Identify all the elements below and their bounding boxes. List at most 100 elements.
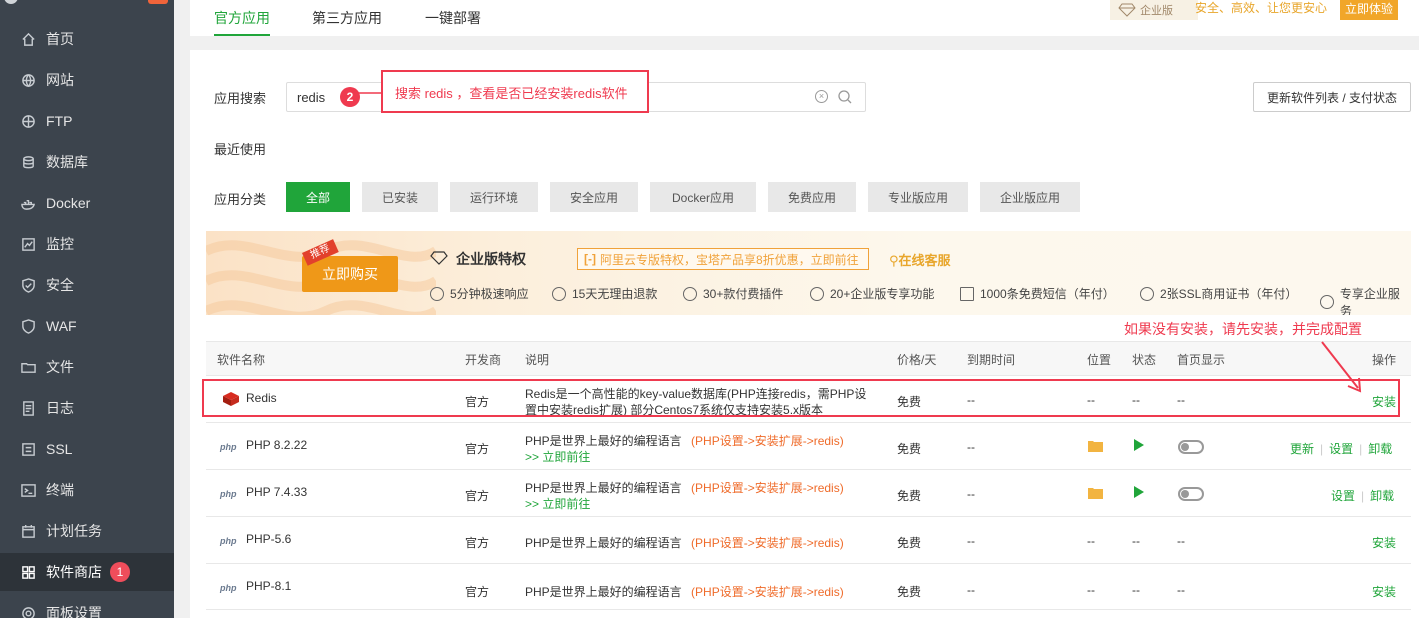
- sidebar-item-docker[interactable]: Docker: [0, 184, 174, 222]
- settings-link[interactable]: 设置: [1331, 489, 1355, 503]
- aliyun-offer-link[interactable]: [-] 阿里云专版特权，宝塔产品享8折优惠，立即前往: [577, 248, 869, 270]
- sidebar-item-label: WAF: [46, 318, 77, 334]
- sidebar-item-label: 网站: [46, 72, 74, 88]
- folder-icon[interactable]: [1088, 487, 1103, 499]
- sidebar-item-ssl[interactable]: SSL: [0, 430, 174, 468]
- sidebar-item-monitor[interactable]: 监控: [0, 225, 174, 263]
- sidebar-item-label: 面板设置: [46, 605, 102, 618]
- tab-official-apps[interactable]: 官方应用: [214, 0, 270, 36]
- location: --: [1087, 534, 1095, 548]
- category-security[interactable]: 安全应用: [550, 182, 638, 212]
- sidebar-item-database[interactable]: 数据库: [0, 143, 174, 181]
- description-line1: PHP是世界上最好的编程语言 (PHP设置->安装扩展->redis): [525, 583, 844, 600]
- category-enterprise[interactable]: 企业版应用: [980, 182, 1080, 212]
- clear-icon[interactable]: ×: [815, 90, 828, 103]
- tab-label: 一键部署: [425, 10, 481, 26]
- waf-icon: [20, 318, 36, 334]
- perk-item: 30+款付费插件: [683, 285, 783, 302]
- play-icon[interactable]: [1134, 439, 1144, 451]
- sidebar-item-files[interactable]: 文件: [0, 348, 174, 386]
- refund-icon: [552, 286, 566, 301]
- install-link[interactable]: 安装: [1372, 583, 1396, 600]
- tab-third-party[interactable]: 第三方应用: [312, 0, 382, 36]
- sidebar-item-logs[interactable]: 日志: [0, 389, 174, 427]
- col-header-name: 软件名称: [217, 353, 266, 367]
- uninstall-link[interactable]: 卸载: [1370, 489, 1394, 503]
- sidebar-item-label: 监控: [46, 236, 74, 252]
- enterprise-promo-banner: 立即购买 推荐 企业版特权 [-] 阿里云专版特权，宝塔产品享8折优惠，立即前往…: [206, 231, 1411, 315]
- php-logo-text: php: [220, 489, 237, 499]
- table-row: php PHP-5.6 官方 PHP是世界上最好的编程语言 (PHP设置->安装…: [206, 516, 1411, 563]
- refresh-software-list-button[interactable]: 更新软件列表 / 支付状态: [1253, 82, 1411, 112]
- try-now-button[interactable]: 立即体验: [1340, 0, 1398, 20]
- perk-item: 专享企业服务: [1320, 285, 1411, 315]
- col-header-homepage: 首页显示: [1177, 353, 1226, 367]
- sidebar-item-security[interactable]: 安全: [0, 266, 174, 304]
- perk-item: 20+企业版专享功能: [810, 285, 934, 302]
- enterprise-privilege-title: 企业版特权: [456, 251, 526, 267]
- aliyun-offer-text: 阿里云专版特权，宝塔产品享8折优惠，立即前往: [600, 252, 859, 267]
- folder-icon[interactable]: [1088, 440, 1103, 452]
- sidebar-item-ftp[interactable]: FTP: [0, 102, 174, 140]
- uninstall-link[interactable]: 卸载: [1368, 442, 1392, 456]
- description-text: PHP是世界上最好的编程语言: [525, 536, 682, 550]
- php-logo-icon: php: [220, 533, 243, 547]
- calendar-icon: [20, 523, 36, 539]
- tab-one-click-deploy[interactable]: 一键部署: [425, 0, 481, 36]
- price: 免费: [897, 536, 922, 550]
- perk-label: 30+款付费插件: [703, 287, 784, 301]
- heart-icon: [1320, 295, 1334, 309]
- monitor-icon: [20, 236, 36, 252]
- go-now-link[interactable]: >> 立即前往: [525, 448, 885, 465]
- vendor: 官方: [465, 536, 490, 550]
- category-all[interactable]: 全部: [286, 182, 350, 212]
- sidebar-item-software-store[interactable]: 软件商店 1: [0, 553, 174, 591]
- sidebar-item-home[interactable]: 首页: [0, 20, 174, 58]
- sidebar-item-label: 数据库: [46, 154, 88, 170]
- play-icon[interactable]: [1134, 486, 1144, 498]
- category-runtime[interactable]: 运行环境: [450, 182, 538, 212]
- online-support-label: 在线客服: [898, 253, 951, 268]
- description-path: (PHP设置->安装扩展->redis): [691, 536, 844, 550]
- step-badge: 2: [340, 87, 360, 107]
- aliyun-icon: [-]: [584, 252, 596, 266]
- row-actions: 更新 | 设置 | 卸载: [1290, 440, 1392, 457]
- homepage-toggle[interactable]: [1178, 487, 1204, 501]
- home-icon: [20, 31, 36, 47]
- separator: |: [1361, 489, 1365, 503]
- ssl-cert-icon: [1140, 286, 1154, 301]
- log-icon: [20, 400, 36, 416]
- homepage-display: --: [1177, 583, 1185, 597]
- separator: |: [1320, 442, 1324, 456]
- sidebar-item-label: 计划任务: [46, 523, 102, 539]
- category-free[interactable]: 免费应用: [768, 182, 856, 212]
- settings-link[interactable]: 设置: [1329, 442, 1353, 456]
- perk-label: 20+企业版专享功能: [830, 287, 935, 301]
- docker-icon: [20, 195, 36, 211]
- col-header-actions: 操作: [1372, 353, 1397, 367]
- search-label: 应用搜索: [214, 91, 267, 106]
- update-link[interactable]: 更新: [1290, 442, 1314, 456]
- description-text: PHP是世界上最好的编程语言: [525, 585, 682, 599]
- description-line1: PHP是世界上最好的编程语言 (PHP设置->安装扩展->redis): [525, 534, 844, 551]
- sidebar-item-cron[interactable]: 计划任务: [0, 512, 174, 550]
- go-now-link[interactable]: >> 立即前往: [525, 495, 590, 512]
- description-line1: PHP是世界上最好的编程语言 (PHP设置->安装扩展->redis): [525, 479, 844, 496]
- homepage-toggle[interactable]: [1178, 440, 1204, 454]
- mail-icon: [960, 286, 974, 301]
- notification-badge[interactable]: [148, 0, 168, 4]
- sidebar-item-settings[interactable]: 面板设置: [0, 594, 174, 618]
- category-docker[interactable]: Docker应用: [650, 182, 756, 212]
- sidebar-item-waf[interactable]: WAF: [0, 307, 174, 345]
- sidebar-item-label: 软件商店: [46, 564, 102, 580]
- category-pro[interactable]: 专业版应用: [868, 182, 968, 212]
- online-support-link[interactable]: ⚲在线客服: [889, 250, 951, 269]
- sidebar-item-website[interactable]: 网站: [0, 61, 174, 99]
- search-icon[interactable]: [837, 89, 853, 105]
- tab-label: 第三方应用: [312, 10, 382, 26]
- description-line1: PHP是世界上最好的编程语言 (PHP设置->安装扩展->redis): [525, 432, 844, 449]
- sidebar-item-terminal[interactable]: 终端: [0, 471, 174, 509]
- price: 免费: [897, 442, 922, 456]
- category-installed[interactable]: 已安装: [362, 182, 438, 212]
- install-link[interactable]: 安装: [1372, 534, 1396, 551]
